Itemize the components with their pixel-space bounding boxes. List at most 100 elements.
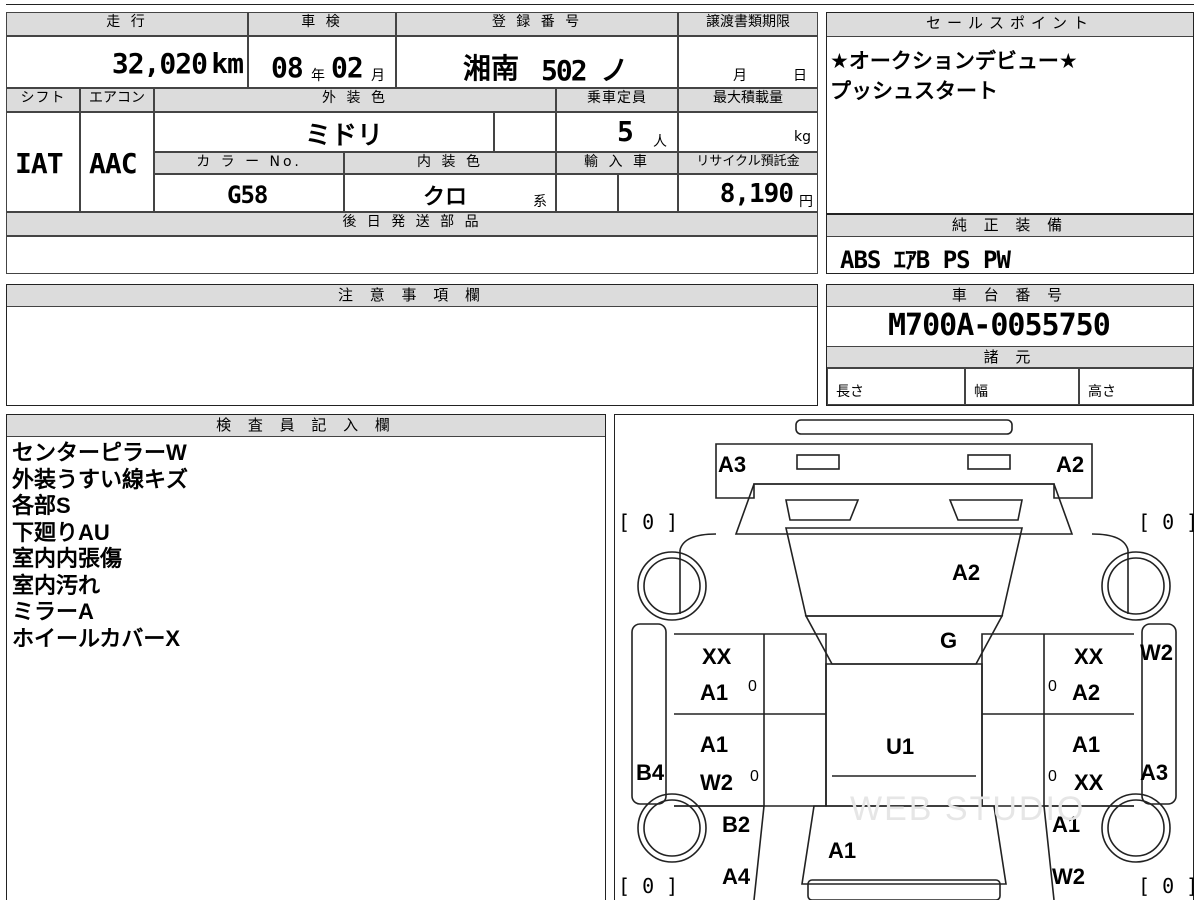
max-load-unit: kg: [794, 129, 811, 145]
sales-point-line: プッシュスタート: [830, 79, 998, 103]
capacity-unit: 人: [653, 134, 667, 150]
inspector-line: 室内内張傷: [12, 546, 123, 571]
inspector-line: 外装うすい線キズ: [12, 466, 189, 492]
inspection-header: 車 検: [248, 12, 396, 36]
mark-floor: U1: [886, 734, 915, 759]
later-parts-cell: [6, 236, 818, 274]
tire-rear-left: [ 0 ]: [618, 510, 679, 534]
recycle-cell: 8,190 円: [678, 174, 818, 212]
tire-rear-right: [ 0 ]: [1138, 510, 1199, 534]
inspector-line: 室内汚れ: [12, 572, 101, 598]
mark-hood: A1: [828, 838, 857, 863]
later-parts-header: 後 日 発 送 部 品: [6, 212, 818, 236]
mark-rear-glass: A2: [952, 560, 981, 585]
transfer-month-unit: 月: [733, 68, 747, 84]
shift-cell: IAT: [6, 112, 80, 212]
watermark: WEB STUDIO: [850, 790, 1086, 828]
import-cell-b: [618, 174, 678, 212]
mark-rear-door-left-bottom: A1: [700, 680, 729, 705]
interior-color-value: クロ: [423, 185, 468, 210]
transfer-day-unit: 日: [793, 68, 807, 84]
max-load-header: 最大積載量: [678, 88, 818, 112]
aircon-header: エアコン: [80, 88, 154, 112]
mark-front-left-corner: A4: [722, 864, 751, 889]
exterior-color-header: 外 装 色: [154, 88, 556, 112]
inspector-line: ミラーA: [12, 599, 94, 624]
inspector-line: ホイールカバーX: [12, 625, 181, 651]
sales-points-box: [826, 12, 1194, 214]
chassis-number: M700A-0055750: [888, 308, 1111, 343]
color-no-value: G58: [227, 181, 268, 209]
chassis-header: 車 台 番 号: [827, 285, 1193, 307]
sales-points-header: セールスポイント: [827, 13, 1193, 37]
mileage-unit: km: [211, 47, 244, 80]
notes-header: 注 意 事 項 欄: [7, 285, 817, 307]
mark-rear-door-right-bottom: A2: [1072, 680, 1101, 705]
mark-small-zero: 0: [1048, 678, 1057, 695]
import-cell-a: [556, 174, 618, 212]
width-label: 幅: [974, 384, 988, 400]
mark-front-door-left-top: A1: [700, 732, 729, 757]
equipment-header: 純 正 装 備: [827, 215, 1193, 237]
equipment-value: ABS ｴｱB PS PW: [840, 246, 1011, 274]
mark-rear-door-right-top: XX: [1074, 644, 1104, 669]
interior-color-suffix: 系: [533, 194, 547, 210]
sales-points-text: ★オークションデビュー★ プッシュスタート: [830, 46, 1078, 106]
mileage-value: 32,020: [111, 47, 208, 80]
height-label: 高さ: [1088, 384, 1116, 400]
recycle-value: 8,190: [719, 179, 794, 209]
aircon-cell: AAC: [80, 112, 154, 212]
mileage-header: 走 行: [6, 12, 248, 36]
inspection-year: 08: [271, 51, 304, 84]
mark-rear-door-left-top: XX: [702, 644, 732, 669]
width-cell: 幅: [965, 368, 1079, 405]
shift-header: シフト: [6, 88, 80, 112]
mark-front-door-left-bottom: W2: [700, 770, 733, 795]
height-cell: 高さ: [1079, 368, 1193, 405]
mark-right-sill-bottom: A3: [1140, 760, 1169, 785]
sales-point-line: ★オークションデビュー★: [830, 49, 1078, 73]
interior-color-cell: クロ 系: [344, 174, 556, 212]
inspector-line: 下廻りAU: [12, 519, 110, 545]
color-no-cell: G58: [154, 174, 344, 212]
exterior-color-value: ミドリ: [305, 121, 384, 151]
aircon-value: AAC: [89, 147, 138, 180]
recycle-unit: 円: [799, 194, 813, 210]
mark-front-door-right-top: A1: [1072, 732, 1101, 757]
mark-left-sill: B4: [636, 760, 665, 785]
capacity-value: 5: [617, 115, 634, 148]
mark-small-zero: 0: [1048, 768, 1057, 785]
exterior-color-extra-cell: [494, 112, 556, 152]
registration-header: 登 録 番 号: [396, 12, 678, 36]
inspection-year-unit: 年: [311, 68, 325, 84]
tire-front-right: [ 0 ]: [1138, 874, 1199, 898]
mark-rear-left: A3: [718, 452, 747, 477]
length-cell: 長さ: [827, 368, 965, 405]
capacity-cell: 5 人: [556, 112, 678, 152]
inspection-month: 02: [331, 51, 364, 84]
capacity-header: 乗車定員: [556, 88, 678, 112]
inspector-line: センターピラーW: [12, 440, 187, 465]
mark-right-sill-top: W2: [1140, 640, 1173, 665]
inspector-line: 各部S: [12, 493, 71, 518]
max-load-cell: kg: [678, 112, 818, 152]
mark-small-zero: 0: [750, 768, 759, 785]
mark-rear-right: A2: [1056, 452, 1085, 477]
inspection-cell: 08 年 02 月: [248, 36, 396, 88]
length-label: 長さ: [836, 384, 864, 400]
tire-front-left: [ 0 ]: [618, 874, 679, 898]
exterior-color-cell: ミドリ: [154, 112, 494, 152]
spec-header: 諸 元: [827, 346, 1193, 368]
shift-value: IAT: [15, 147, 64, 180]
inspector-notes: センターピラーW 外装うすい線キズ 各部S 下廻りAU 室内内張傷 室内汚れ ミ…: [12, 440, 188, 652]
mark-small-zero: 0: [748, 678, 757, 695]
inspection-month-unit: 月: [371, 68, 385, 84]
inspector-header: 検 査 員 記 入 欄: [7, 415, 605, 437]
transfer-deadline-header: 譲渡書類期限: [678, 12, 818, 36]
registration-cell: 湘南 502 ノ 8628: [396, 36, 678, 122]
transfer-deadline-cell: 月 日: [678, 36, 818, 88]
mark-front-right-corner: W2: [1052, 864, 1085, 889]
top-edge-line: [6, 0, 1194, 5]
color-no-header: カ ラ ー No.: [154, 152, 344, 174]
mileage-cell: 32,020 km: [6, 36, 248, 88]
